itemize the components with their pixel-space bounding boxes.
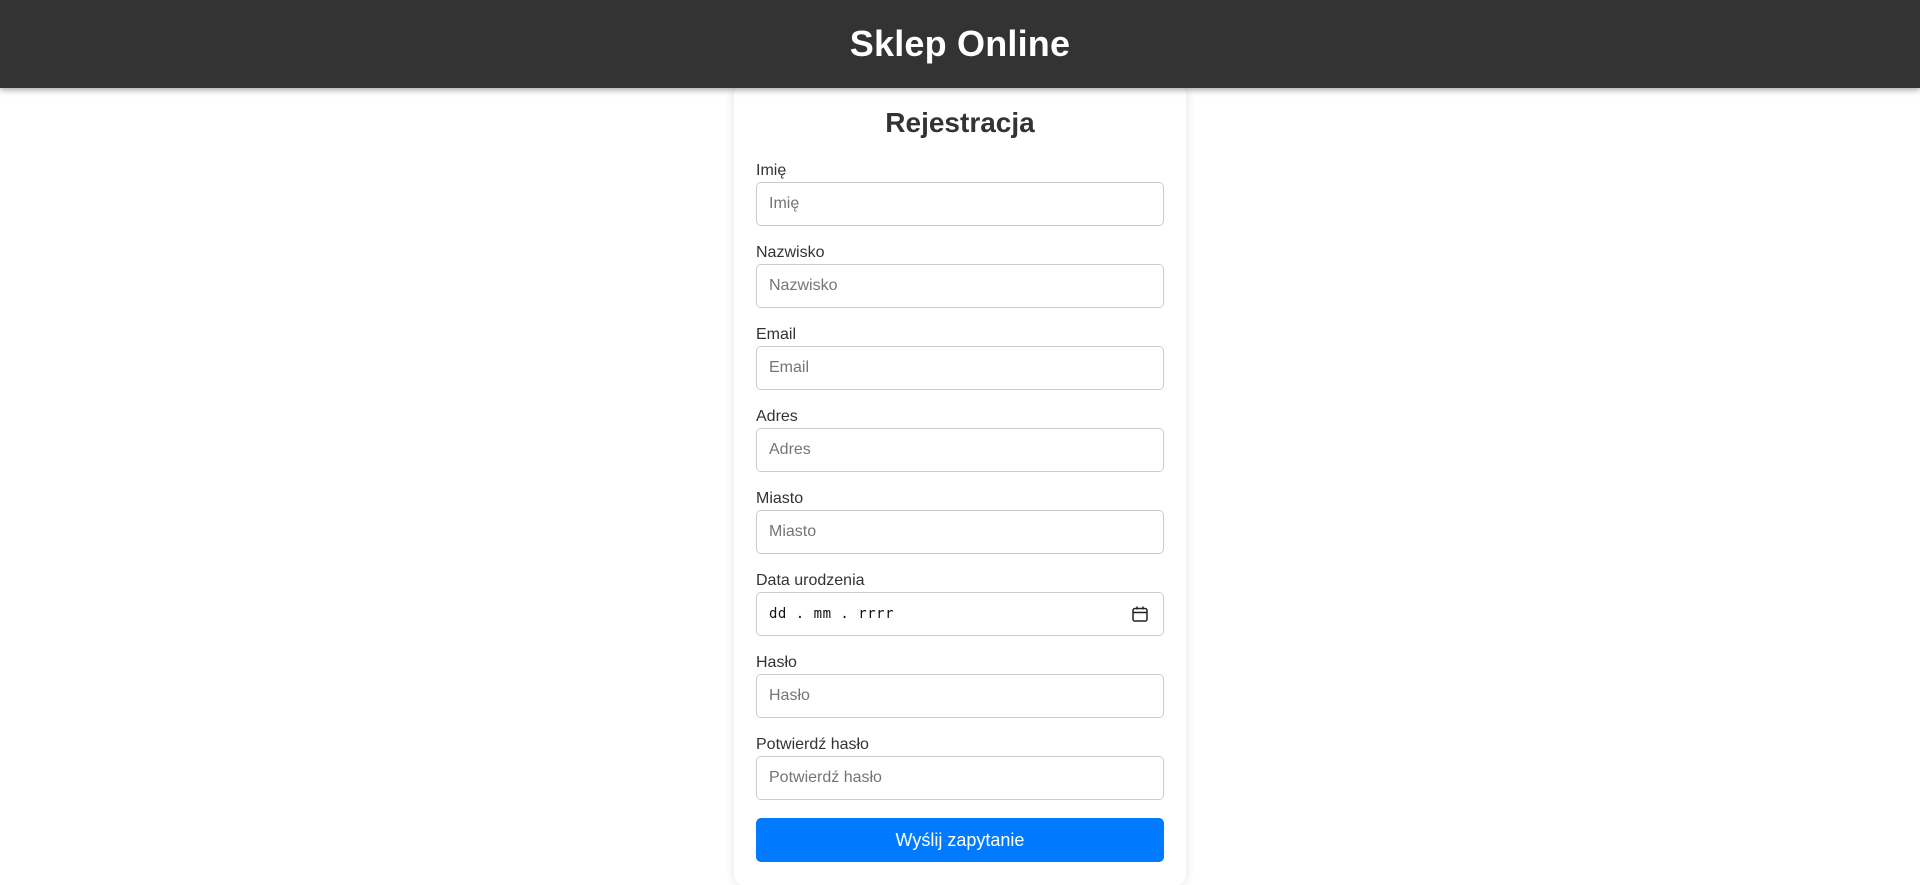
form-title: Rejestracja xyxy=(885,107,1035,138)
submit-button[interactable]: Wyślij zapytanie xyxy=(756,818,1164,862)
email-placeholder: Email xyxy=(769,359,810,376)
birth-date-placeholder: dd . mm . rrrr xyxy=(769,606,895,622)
email-label: Email xyxy=(756,326,797,343)
birth-date-input[interactable]: dd . mm . rrrr xyxy=(756,592,1164,636)
address-placeholder: Adres xyxy=(769,441,811,458)
confirm-password-input[interactable]: Potwierdź hasło xyxy=(756,756,1164,800)
address-group: Adres Adres xyxy=(756,408,1164,472)
confirm-password-placeholder: Potwierdź hasło xyxy=(769,769,882,786)
first-name-label: Imię xyxy=(756,162,787,179)
address-input[interactable]: Adres xyxy=(756,428,1164,472)
city-group: Miasto Miasto xyxy=(756,490,1164,554)
password-placeholder: Hasło xyxy=(769,687,810,704)
site-title: Sklep Online xyxy=(849,23,1071,64)
site-header: Sklep Online xyxy=(0,0,1920,88)
first-name-input[interactable]: Imię xyxy=(756,182,1164,226)
birth-date-label: Data urodzenia xyxy=(756,572,865,589)
last-name-label: Nazwisko xyxy=(756,244,825,261)
email-group: Email Email xyxy=(756,326,1164,390)
password-label: Hasło xyxy=(756,654,797,671)
city-placeholder: Miasto xyxy=(769,523,817,540)
city-input[interactable]: Miasto xyxy=(756,510,1164,554)
confirm-password-group: Potwierdź hasło Potwierdź hasło xyxy=(756,736,1164,800)
first-name-group: Imię Imię xyxy=(756,162,1164,226)
city-label: Miasto xyxy=(756,490,804,507)
registration-card: Rejestracja Imię Imię Nazwisko Nazwisko … xyxy=(734,84,1186,885)
confirm-password-label: Potwierdź hasło xyxy=(756,736,869,753)
password-input[interactable]: Hasło xyxy=(756,674,1164,718)
birth-date-group: Data urodzenia dd . mm . rrrr xyxy=(756,572,1164,636)
first-name-placeholder: Imię xyxy=(769,195,800,212)
last-name-group: Nazwisko Nazwisko xyxy=(756,244,1164,308)
calendar-icon[interactable] xyxy=(1131,605,1149,623)
last-name-placeholder: Nazwisko xyxy=(769,277,838,294)
address-label: Adres xyxy=(756,408,798,425)
email-input[interactable]: Email xyxy=(756,346,1164,390)
last-name-input[interactable]: Nazwisko xyxy=(756,264,1164,308)
password-group: Hasło Hasło xyxy=(756,654,1164,718)
